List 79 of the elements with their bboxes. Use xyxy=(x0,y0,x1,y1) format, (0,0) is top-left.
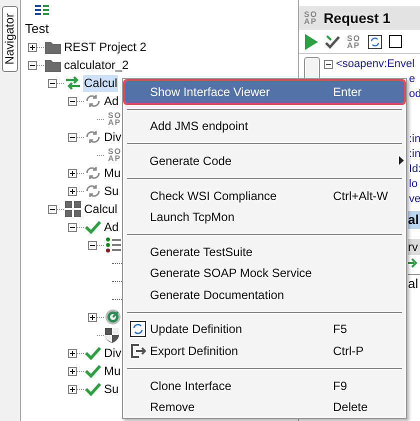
expand-icon[interactable] xyxy=(68,186,77,196)
request-title: Request 1 xyxy=(324,8,390,28)
menu-item[interactable]: Generate Documentation xyxy=(125,284,404,306)
menu-item[interactable]: Clone Interface F9 xyxy=(125,374,404,396)
expand-icon[interactable] xyxy=(68,168,77,178)
expand-icon[interactable] xyxy=(28,42,37,52)
folder-icon xyxy=(45,58,61,72)
check-arrow-icon[interactable] xyxy=(325,34,340,48)
list-icon xyxy=(105,237,121,253)
cycle-icon xyxy=(85,184,101,198)
submenu-arrow-icon xyxy=(399,156,404,166)
panel-subheader: rv xyxy=(408,239,420,255)
collapse-icon[interactable] xyxy=(48,204,57,214)
soap-icon: SO AP xyxy=(347,34,361,48)
collapse-icon[interactable] xyxy=(88,240,97,250)
tree-item[interactable]: calculator_2 xyxy=(63,56,130,74)
cycle-icon xyxy=(85,94,101,108)
folder-icon xyxy=(45,40,61,54)
cycle-icon xyxy=(85,130,101,144)
panel-header: al xyxy=(408,211,420,229)
tree-item[interactable]: Ad xyxy=(103,92,120,110)
check-icon xyxy=(85,346,101,360)
tree-root[interactable]: Test xyxy=(21,20,298,38)
menu-item[interactable]: Generate Code xyxy=(125,150,404,172)
menu-item[interactable]: Generate TestSuite xyxy=(125,240,404,262)
check-icon xyxy=(85,382,101,396)
code-line: <soapenv:Envel xyxy=(336,57,415,72)
arrows-icon xyxy=(65,76,81,90)
code-fragment: Id: xyxy=(409,162,420,178)
collapse-icon[interactable] xyxy=(68,96,77,106)
soap-icon: SO AP xyxy=(108,148,122,162)
expand-icon[interactable] xyxy=(68,348,77,358)
soap-icon: SO AP xyxy=(304,11,318,25)
tree-item[interactable]: Su xyxy=(103,182,120,200)
export-icon xyxy=(130,342,146,359)
menu-item[interactable]: Add JMS endpoint xyxy=(125,116,404,138)
panel-label: al xyxy=(408,274,420,293)
code-fragment: ve xyxy=(409,192,420,208)
tree-item[interactable]: Div xyxy=(103,344,122,362)
tree-item[interactable]: Ad xyxy=(103,218,120,236)
navigator-tab[interactable]: Navigator xyxy=(2,6,18,72)
collapse-icon[interactable] xyxy=(48,78,57,88)
code-fragment: lo xyxy=(409,177,418,192)
arrow-icon[interactable] xyxy=(408,258,418,268)
refresh-icon[interactable] xyxy=(368,34,382,48)
tree-item[interactable]: Mu xyxy=(103,362,122,380)
tree-item[interactable]: Su xyxy=(103,380,120,398)
collapse-icon[interactable] xyxy=(68,222,77,232)
code-fragment: e xyxy=(409,72,416,88)
tree-item[interactable]: Mu xyxy=(103,164,122,182)
code-fragment: :in xyxy=(409,147,420,162)
code-fragment: :in xyxy=(409,132,420,148)
square-icon[interactable] xyxy=(388,35,402,48)
shield-icon xyxy=(105,327,119,343)
menu-item[interactable]: Export Definition Ctrl-P xyxy=(125,340,404,362)
tree-item[interactable]: Calcul xyxy=(83,74,118,92)
check-icon xyxy=(85,220,101,234)
tree-item[interactable]: Div xyxy=(103,128,122,146)
cycle-icon xyxy=(85,166,101,180)
menu-item[interactable]: Check WSI Compliance Ctrl+Alt-W xyxy=(125,184,404,206)
tree-item[interactable]: Calcul xyxy=(83,200,118,218)
menu-item[interactable]: Remove Delete xyxy=(125,396,404,418)
collapse-icon[interactable] xyxy=(68,132,77,142)
collapse-icon[interactable] xyxy=(324,60,333,69)
check-icon xyxy=(85,364,101,378)
tree-view-icon[interactable] xyxy=(35,5,49,15)
refresh-icon xyxy=(130,321,146,338)
play-icon[interactable] xyxy=(305,34,318,50)
expand-icon[interactable] xyxy=(88,312,97,322)
menu-item[interactable]: Update Definition F5 xyxy=(125,318,404,340)
menu-item[interactable]: Show Interface Viewer Enter xyxy=(125,81,404,103)
grid-icon xyxy=(65,201,81,217)
soap-icon: SO AP xyxy=(108,112,122,126)
menu-item[interactable]: Launch TcpMon xyxy=(125,206,404,228)
collapse-icon[interactable] xyxy=(28,60,37,70)
menu-item[interactable]: Generate SOAP Mock Service xyxy=(125,262,404,284)
tree-item[interactable]: REST Project 2 xyxy=(63,38,148,56)
expand-icon[interactable] xyxy=(68,366,77,376)
expand-icon[interactable] xyxy=(68,384,77,394)
